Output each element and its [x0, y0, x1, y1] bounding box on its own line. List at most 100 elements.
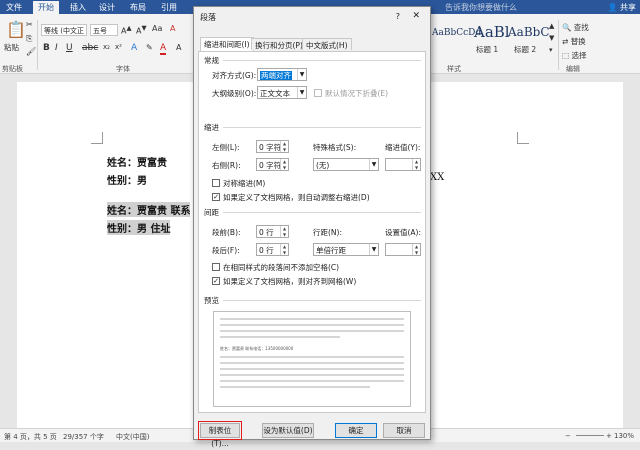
help-icon[interactable]: ?	[396, 12, 400, 21]
spacing-at-label: 设置值(A):	[385, 228, 422, 237]
share-button[interactable]: 👤 共享	[607, 2, 636, 13]
section-spacing: 间距	[204, 208, 219, 217]
char-shading-icon[interactable]: A	[176, 43, 181, 52]
styles-scroll-up-icon[interactable]: ▲	[549, 22, 554, 30]
page-count[interactable]: 第 4 页，共 5 页	[4, 432, 57, 442]
text-effects-icon[interactable]: A	[131, 43, 137, 53]
line-spacing-select[interactable]: 单倍行距 ▼	[313, 243, 379, 256]
line-spacing-label: 行距(N):	[313, 228, 342, 237]
spinner-arrows-icon[interactable]: ▲ ▼	[412, 244, 420, 255]
font-group-label: 字体	[116, 65, 130, 73]
spacing-before-value: 0 行	[259, 228, 274, 237]
ribbon-divider	[37, 20, 38, 70]
indent-right-value: 0 字符	[259, 161, 282, 170]
alignment-label: 对齐方式(G):	[212, 71, 257, 80]
find-label: 查找	[573, 23, 589, 32]
spacing-before-spinner[interactable]: 0 行 ▲ ▼	[256, 225, 289, 238]
format-painter-icon[interactable]: 🖌	[26, 47, 36, 56]
language[interactable]: 中文(中国)	[116, 432, 149, 442]
chevron-down-icon: ▼	[369, 159, 378, 170]
search-icon: 🔍	[562, 23, 572, 32]
grow-font-icon[interactable]: A▲	[121, 24, 132, 36]
special-select[interactable]: (无) ▼	[313, 158, 379, 171]
style-heading1[interactable]: AaBl	[474, 23, 510, 41]
spinner-arrows-icon[interactable]: ▲ ▼	[280, 159, 288, 170]
style-heading1-label: 标题 1	[476, 45, 499, 54]
ok-button[interactable]: 确定	[335, 423, 377, 438]
tab-search-hint[interactable]: 告诉我你想要做什么	[445, 2, 517, 13]
change-case-icon[interactable]: Aa	[152, 24, 162, 33]
section-divider	[223, 60, 421, 61]
italic-icon[interactable]: I	[55, 43, 58, 53]
preview-line	[220, 336, 340, 338]
replace-button[interactable]: ⇄ 替换	[562, 36, 586, 47]
alignment-select[interactable]: 两端对齐 ▼	[257, 68, 307, 81]
tab-references[interactable]: 引用	[161, 2, 177, 13]
zoom-plus-icon[interactable]: +	[606, 432, 612, 440]
spacing-at-spinner[interactable]: ▲ ▼	[385, 243, 421, 256]
paste-label[interactable]: 粘贴	[4, 42, 19, 53]
replace-label: 替换	[570, 37, 586, 46]
zoom-minus-icon[interactable]: −	[565, 432, 571, 440]
shrink-font-icon[interactable]: A▼	[136, 24, 147, 36]
word-count[interactable]: 29/357 个字	[63, 432, 104, 442]
spinner-arrows-icon[interactable]: ▲ ▼	[280, 141, 288, 152]
outline-level-value: 正文文本	[260, 89, 290, 98]
style-heading2-label: 标题 2	[514, 45, 537, 54]
tab-file[interactable]: 文件	[6, 2, 22, 13]
preview-line	[220, 324, 404, 326]
style-heading2[interactable]: AaBbC	[508, 25, 550, 39]
underline-icon[interactable]: U	[66, 43, 73, 53]
zoom-level[interactable]: 130%	[614, 432, 634, 440]
zoom-slider[interactable]	[576, 435, 604, 436]
cut-icon[interactable]: ✂	[26, 20, 33, 29]
subscript-icon[interactable]: x₂	[103, 43, 110, 51]
bold-icon[interactable]: B	[43, 43, 50, 53]
spinner-arrows-icon[interactable]: ▲ ▼	[412, 159, 420, 170]
indent-left-spinner[interactable]: 0 字符 ▲ ▼	[256, 140, 289, 153]
outline-level-select[interactable]: 正文文本 ▼	[257, 86, 307, 99]
tab-asian-typography[interactable]: 中文版式(H)	[302, 38, 352, 50]
clear-format-icon[interactable]: A	[170, 24, 175, 33]
tab-insert[interactable]: 插入	[70, 2, 86, 13]
tab-layout[interactable]: 布局	[130, 2, 146, 13]
strikethrough-icon[interactable]: abc	[82, 43, 98, 53]
spinner-arrows-icon[interactable]: ▲ ▼	[280, 244, 288, 255]
select-button[interactable]: ⬚ 选择	[562, 50, 586, 61]
snap-to-grid-checkbox[interactable]: ✓	[212, 277, 220, 285]
select-label: 选择	[571, 51, 587, 60]
highlight-icon[interactable]: ✎	[146, 43, 153, 52]
ribbon-divider	[558, 20, 559, 70]
tab-indents-spacing[interactable]: 缩进和间距(I)	[200, 37, 254, 51]
indent-right-spinner[interactable]: 0 字符 ▲ ▼	[256, 158, 289, 171]
spacing-after-spinner[interactable]: 0 行 ▲ ▼	[256, 243, 289, 256]
doc-line-selected: 性别：男 住址	[107, 220, 171, 235]
indent-by-spinner[interactable]: ▲ ▼	[385, 158, 421, 171]
font-size-box[interactable]: 五号	[90, 24, 118, 36]
crop-mark	[517, 132, 529, 144]
cancel-button[interactable]: 取消	[383, 423, 425, 438]
set-default-button[interactable]: 设为默认值(D)	[262, 423, 314, 438]
styles-more-icon[interactable]: ▾	[549, 46, 553, 54]
no-space-same-style-checkbox[interactable]	[212, 263, 220, 271]
tab-design[interactable]: 设计	[99, 2, 115, 13]
superscript-icon[interactable]: x²	[115, 43, 122, 51]
tabs-button[interactable]: 制表位(T)...	[198, 421, 242, 448]
tab-home[interactable]: 开始	[33, 1, 59, 14]
font-name-box[interactable]: 等线 (中文正	[41, 24, 87, 36]
find-button[interactable]: 🔍 查找	[562, 22, 589, 33]
tab-line-page-breaks[interactable]: 换行和分页(P)	[251, 38, 307, 50]
copy-icon[interactable]: ⎘	[26, 34, 32, 44]
doc-line-selected: 姓名：贾富贵 联系	[107, 202, 191, 217]
doc-line: 性别：男	[107, 176, 147, 187]
auto-right-indent-checkbox[interactable]: ✓	[212, 193, 220, 201]
preview-line	[220, 368, 404, 370]
close-icon[interactable]: ✕	[412, 11, 420, 21]
font-color-icon[interactable]: A	[160, 43, 167, 55]
styles-scroll-down-icon[interactable]: ▼	[549, 34, 554, 42]
spinner-arrows-icon[interactable]: ▲ ▼	[280, 226, 288, 237]
collapsed-checkbox[interactable]	[314, 89, 322, 97]
preview-box: 姓名：贾富贵 联系电话：13500000000	[213, 311, 411, 407]
mirror-indents-checkbox[interactable]	[212, 179, 220, 187]
paste-icon[interactable]: 📋	[6, 20, 26, 39]
